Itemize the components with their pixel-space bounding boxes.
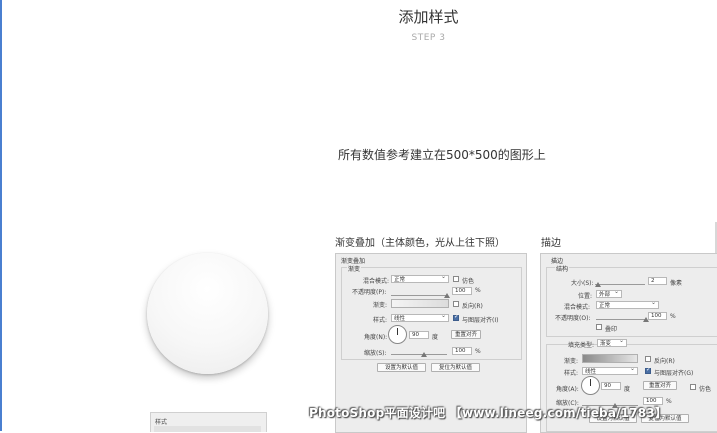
step-label: STEP 3 xyxy=(411,33,446,43)
gradient-dither-label: 仿色 xyxy=(462,278,475,285)
gradient-blend-label: 混合模式: xyxy=(363,278,390,285)
stroke-dither-checkbox[interactable] xyxy=(690,384,696,390)
stroke-opacity-label: 不透明度(O): xyxy=(555,315,591,322)
page-title: 添加样式 xyxy=(398,8,459,26)
gradient-overlay-heading: 渐变叠加（主体颜色，光从上往下照） xyxy=(335,238,505,249)
gradient-blend-select[interactable]: 正常 xyxy=(391,273,449,283)
gradient-angle-label: 角度(N): xyxy=(364,334,388,341)
gradient-scale-label: 缩放(S): xyxy=(364,350,387,357)
stroke-angle-dial[interactable] xyxy=(581,376,600,395)
stroke-dither-label: 仿色 xyxy=(699,386,712,393)
styles-panel-row[interactable] xyxy=(154,426,261,432)
gradient-opacity-unit: % xyxy=(475,287,481,294)
gradient-reset-align-button[interactable]: 重置对齐 xyxy=(451,330,481,339)
stroke-opacity-unit: % xyxy=(670,313,676,320)
stroke-size-input[interactable]: 2 xyxy=(648,277,667,285)
stroke-reverse-label: 反向(R) xyxy=(654,358,675,365)
stroke-angle-unit: 度 xyxy=(624,386,631,393)
stroke-align-checkbox[interactable] xyxy=(645,366,651,374)
gradient-style-label: 样式: xyxy=(373,317,388,324)
stroke-angle-input[interactable]: 90 xyxy=(601,382,621,390)
stroke-reverse-checkbox[interactable] xyxy=(645,356,651,362)
gradient-style-select[interactable]: 线性 xyxy=(391,312,449,322)
gradient-group-title: 渐变 xyxy=(347,264,362,273)
stroke-overprint-checkbox[interactable] xyxy=(596,324,602,330)
stroke-align-label: 与图层对齐(G) xyxy=(654,370,694,377)
slider-knob[interactable] xyxy=(595,282,601,287)
styles-panel: 样式 xyxy=(150,412,267,432)
size-note: 所有数值参考建立在500*500的图形上 xyxy=(338,148,546,162)
stroke-angle-label: 角度(A): xyxy=(556,386,579,393)
stroke-style-select[interactable]: 线性 xyxy=(582,365,638,375)
gradient-angle-unit: 度 xyxy=(432,334,439,341)
stroke-position-select[interactable]: 外部 xyxy=(596,288,622,298)
stroke-overprint-label: 叠印 xyxy=(605,326,618,333)
preview-circle xyxy=(147,253,268,374)
stroke-size-label: 大小(S): xyxy=(571,280,594,287)
stroke-opacity-input[interactable]: 100 xyxy=(648,312,667,320)
stroke-size-unit: 像素 xyxy=(670,280,683,287)
stroke-blend-label: 混合模式: xyxy=(564,304,591,311)
stroke-gradient-label: 渐变: xyxy=(564,358,579,365)
stroke-blend-select[interactable]: 正常 xyxy=(596,299,659,309)
stroke-reset-align-button[interactable]: 重置对齐 xyxy=(643,381,677,390)
gradient-align-label: 与图层对齐(I) xyxy=(462,317,499,324)
gradient-scale-input[interactable]: 100 xyxy=(452,347,472,355)
gradient-gradient-label: 渐变: xyxy=(373,302,388,309)
stroke-opacity-slider[interactable] xyxy=(596,317,649,322)
stroke-structure-title: 结构 xyxy=(555,264,570,273)
gradient-align-checkbox[interactable] xyxy=(453,313,459,321)
stroke-gradient-swatch[interactable] xyxy=(582,354,638,363)
gradient-reverse-checkbox[interactable] xyxy=(453,301,459,307)
gradient-scale-slider[interactable] xyxy=(391,352,447,357)
gradient-angle-input[interactable]: 90 xyxy=(409,331,429,339)
stroke-size-slider[interactable] xyxy=(595,282,645,287)
stroke-heading: 描边 xyxy=(541,238,561,249)
left-edge-line xyxy=(0,0,2,431)
gradient-set-default-button[interactable]: 设置为默认值 xyxy=(377,363,426,372)
gradient-dither-checkbox[interactable] xyxy=(453,276,459,282)
gradient-opacity-input[interactable]: 100 xyxy=(452,287,472,295)
stroke-style-label: 样式: xyxy=(564,370,579,377)
gradient-reverse-label: 反向(R) xyxy=(462,303,483,310)
watermark-text: PhotoShop平面设计吧 【www.lineeg.com/tieba/178… xyxy=(309,406,668,420)
gradient-scale-unit: % xyxy=(475,348,481,355)
gradient-opacity-label: 不透明度(P): xyxy=(352,289,387,296)
gradient-swatch[interactable] xyxy=(391,299,449,308)
gradient-angle-dial[interactable] xyxy=(388,325,407,344)
stroke-fill-type-label: 填充类型: xyxy=(568,342,595,349)
stroke-fill-type-select[interactable]: 渐变 xyxy=(597,337,627,347)
slider-knob[interactable] xyxy=(421,352,427,357)
gradient-opacity-slider[interactable] xyxy=(391,293,450,298)
styles-panel-label: 样式 xyxy=(155,419,168,426)
stroke-position-label: 位置: xyxy=(578,293,593,300)
slider-knob[interactable] xyxy=(444,293,450,298)
gradient-reset-default-button[interactable]: 复位为默认值 xyxy=(431,363,480,372)
